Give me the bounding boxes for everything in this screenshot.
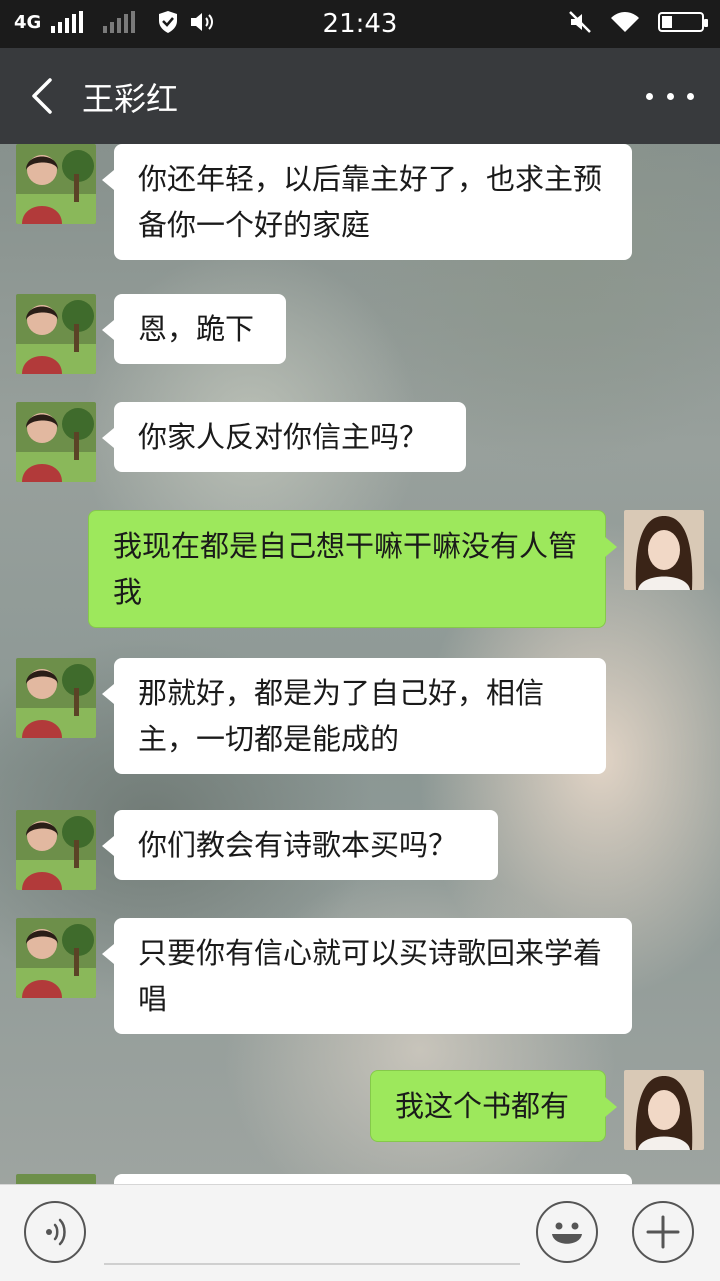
voice-icon[interactable] [24,1201,86,1263]
message-bubble[interactable]: 恩，跪下 [102,294,286,364]
status-bar: 4G 21:43 [0,0,720,48]
peer-avatar[interactable] [16,1174,96,1184]
more-icon[interactable] [646,86,694,106]
chat-title: 王彩红 [82,80,179,118]
my-avatar[interactable] [624,510,704,590]
message-list[interactable]: 你还年轻，以后靠主好了，也求主预备你一个好的家庭 恩，跪下 你家人反对你信主吗？… [0,144,720,1184]
message-bubble[interactable]: 你还年轻，以后靠主好了，也求主预备你一个好的家庭 [102,144,632,260]
peer-avatar[interactable] [16,918,96,998]
message-bubble[interactable]: 你们教会有诗歌本买吗？ [102,810,498,880]
message-bubble[interactable]: 那就好，都是为了自己好，相信主，一切都是能成的 [102,658,606,774]
wifi-icon [611,12,639,32]
peer-avatar[interactable] [16,402,96,482]
message-bubble[interactable]: 我现在都是自己想干嘛干嘛没有人管我 [88,510,617,628]
back-icon[interactable] [26,78,62,114]
message-bubble[interactable]: 我这个书都有 [370,1070,617,1142]
emoji-icon[interactable] [536,1201,598,1263]
input-bar [0,1184,720,1281]
message-bubble[interactable]: 你家人反对你信主吗？ [102,402,466,472]
my-avatar[interactable] [624,1070,704,1150]
message-bubble-partial[interactable] [114,1174,632,1184]
message-bubble[interactable]: 只要你有信心就可以买诗歌回来学着唱 [102,918,632,1034]
mute-icon [569,11,591,33]
peer-avatar[interactable] [16,658,96,738]
title-bar: 王彩红 [0,48,720,144]
plus-icon[interactable] [632,1201,694,1263]
battery-icon [658,12,708,32]
message-input[interactable] [104,1263,520,1265]
peer-avatar[interactable] [16,810,96,890]
peer-avatar[interactable] [16,144,96,224]
peer-avatar[interactable] [16,294,96,374]
